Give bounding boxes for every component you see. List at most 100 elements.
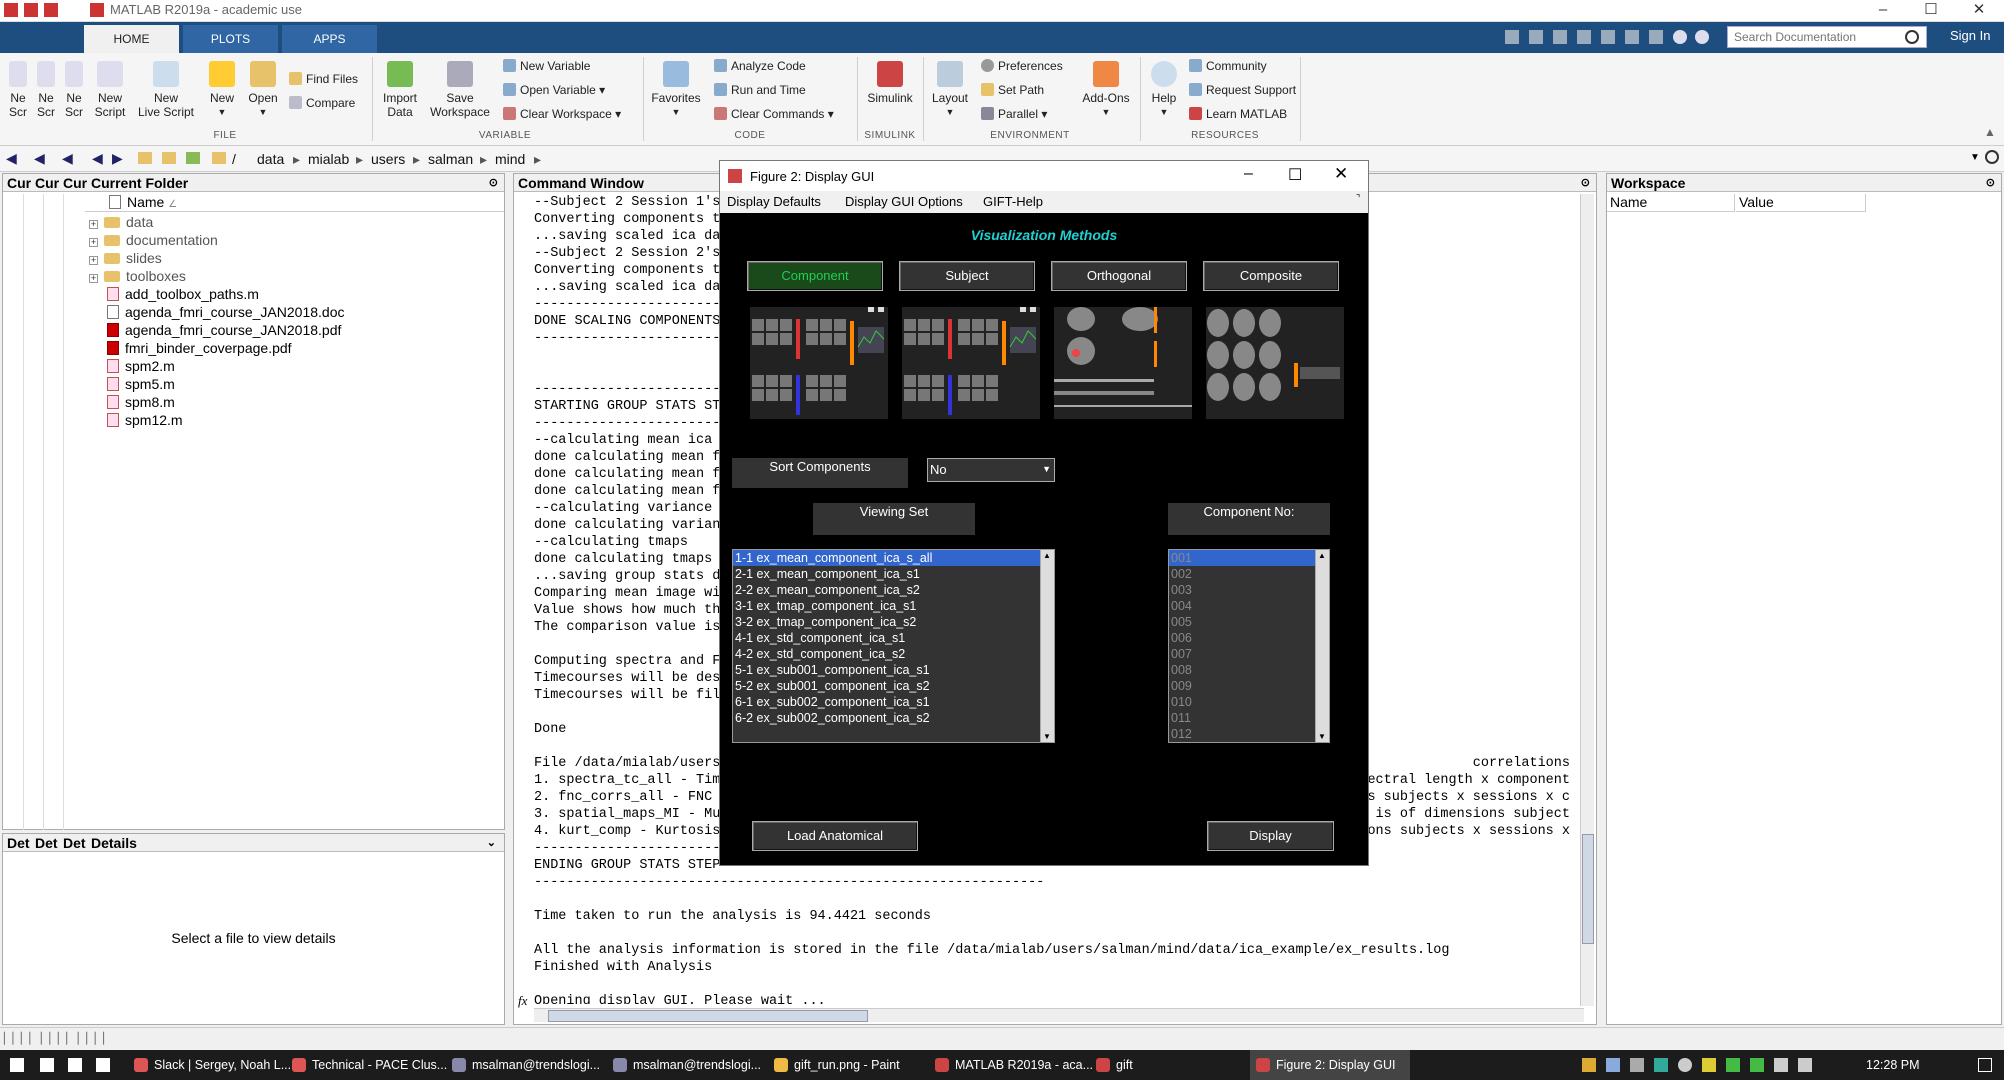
viewing-set-option[interactable]: 5-1 ex_sub001_component_ica_s1 [733,662,1054,678]
component-option[interactable]: 005 [1169,614,1329,630]
function-browser-icon[interactable]: fx [518,993,527,1009]
orthogonal-preview-image[interactable] [1054,307,1192,419]
switch-windows-icon[interactable] [1649,30,1663,44]
search-icon[interactable] [1905,30,1919,44]
network-icon[interactable] [1774,1058,1788,1072]
file-item[interactable]: agenda_fmri_course_JAN2018.pdf [89,321,341,339]
viewing-set-listbox[interactable]: 1-1 ex_mean_component_ica_s_all 2-1 ex_me… [732,549,1055,743]
component-option[interactable]: 008 [1169,662,1329,678]
cloud-icon[interactable] [1678,1058,1692,1072]
run-and-time-button[interactable]: Run and Time [714,83,806,97]
name-column-header[interactable]: Name ∠ [85,194,504,212]
component-option[interactable]: 001 [1169,550,1329,566]
file-item[interactable]: fmri_binder_coverpage.pdf [89,339,292,357]
component-number-listbox[interactable]: 001 002 003 004 005 006 007 008 009 010 011 012 ▲ ▼ [1168,549,1330,743]
breadcrumb-mialab[interactable]: mialab [308,151,349,167]
component-option[interactable]: 007 [1169,646,1329,662]
clock[interactable]: 12:28 PM [1866,1058,1920,1072]
paste-icon[interactable] [1577,30,1591,44]
forward-icon[interactable]: ◀ [34,150,45,167]
help-icon[interactable] [1673,30,1687,44]
back-icon[interactable]: ◀ [62,150,73,167]
chevron-down-icon[interactable]: ▼ [1970,152,1980,163]
tray-icon[interactable] [1630,1058,1644,1072]
search-documentation-input[interactable] [1727,26,1927,48]
taskbar-item-slack[interactable]: Slack | Sergey, Noah L... [128,1050,291,1080]
tab-home[interactable]: HOME [84,25,179,53]
maximize-icon[interactable]: ☐ [1908,0,1954,22]
panel-menu-icon[interactable]: ⊙ [489,174,498,192]
workspace-value-column[interactable]: Value [1736,194,1866,212]
expand-icon[interactable]: + [89,274,98,283]
windows-start-icon[interactable] [96,1058,110,1072]
vertical-scrollbar[interactable]: ▲ ▼ [1040,550,1054,742]
panel-menu-icon[interactable]: ⊙ [1581,174,1590,192]
notifications-icon[interactable] [1695,30,1709,44]
panel-tab[interactable]: Cur [7,174,31,192]
breadcrumb-data[interactable]: data [257,151,284,167]
new-button[interactable]: New ▼ [205,61,239,119]
undo-icon[interactable] [1601,30,1615,44]
save-icon[interactable] [1505,30,1519,44]
up-folder-icon[interactable] [138,152,152,164]
preferences-button[interactable]: Preferences [981,59,1063,73]
viewing-set-option[interactable]: 3-2 ex_tmap_component_ica_s2 [733,614,1054,630]
viewing-set-option[interactable]: 3-1 ex_tmap_component_ica_s1 [733,598,1054,614]
maximize-icon[interactable]: ☐ [1288,165,1302,185]
component-option[interactable]: 004 [1169,598,1329,614]
viewing-set-option[interactable]: 4-1 ex_std_component_ica_s1 [733,630,1054,646]
viewing-set-option[interactable]: 6-2 ex_sub002_component_ica_s2 [733,710,1054,726]
new-script-button[interactable]: New Script [90,61,130,119]
component-option[interactable]: 009 [1169,678,1329,694]
open-button[interactable]: Open ▼ [245,61,281,119]
help-button[interactable]: Help ▼ [1145,61,1183,119]
toolbar-toggle-icon[interactable]: ⌝ [1356,193,1360,204]
taskbar-item-paint[interactable]: gift_run.png - Paint [768,1050,900,1080]
copy-icon[interactable] [1553,30,1567,44]
back-icon[interactable]: ◀ [92,150,103,167]
add-ons-button[interactable]: Add-Ons ▼ [1078,61,1134,119]
parallel-button[interactable]: Parallel ▾ [981,107,1047,121]
panel-tab[interactable]: Cur [35,174,59,192]
minimize-icon[interactable]: – [1860,0,1906,22]
viewing-set-option[interactable]: 6-1 ex_sub002_component_ica_s1 [733,694,1054,710]
component-option[interactable]: 012 [1169,726,1329,742]
taskbar-item-gift[interactable]: gift [1090,1050,1133,1080]
viewing-set-option[interactable]: 2-1 ex_mean_component_ica_s1 [733,566,1054,582]
open-variable-button[interactable]: Open Variable ▾ [503,83,605,97]
menu-display-gui-options[interactable]: Display GUI Options [845,194,963,209]
tab-apps[interactable]: APPS [282,25,377,53]
component-option[interactable]: 002 [1169,566,1329,582]
vertical-scrollbar[interactable]: ▲ ▼ [1315,550,1329,742]
clear-workspace-button[interactable]: Clear Workspace ▾ [503,107,621,121]
close-icon[interactable]: ✕ [1334,164,1348,184]
taskbar-item-figure[interactable]: Figure 2: Display GUI [1250,1050,1410,1080]
windows-start-icon[interactable] [68,1058,82,1072]
search-folder-icon[interactable] [186,152,200,164]
new-script-button-3[interactable]: Ne Scr [62,61,86,119]
component-preview-image[interactable] [750,307,888,419]
component-method-button[interactable]: Component [747,261,883,291]
composite-method-button[interactable]: Composite [1203,261,1339,291]
tray-icon[interactable] [1726,1058,1740,1072]
tray-icon[interactable] [1654,1058,1668,1072]
tab-plots[interactable]: PLOTS [183,25,278,53]
back-icon[interactable]: ◀ [6,150,17,167]
chevron-down-icon[interactable]: ⌄ [487,834,496,852]
panel-tab[interactable]: Det [35,834,58,852]
sign-in-link[interactable]: Sign In [1950,28,1990,43]
expand-icon[interactable]: + [89,256,98,265]
horizontal-scrollbar[interactable] [534,1008,1584,1022]
scroll-thumb[interactable] [1582,834,1594,944]
analyze-code-button[interactable]: Analyze Code [714,59,806,73]
viewing-set-option[interactable]: 4-2 ex_std_component_ica_s2 [733,646,1054,662]
orthogonal-method-button[interactable]: Orthogonal [1051,261,1187,291]
request-support-button[interactable]: Request Support [1189,83,1296,97]
breadcrumb-mind[interactable]: mind [495,151,525,167]
expand-icon[interactable]: + [89,238,98,247]
panel-menu-icon[interactable]: ⊙ [1986,174,1995,192]
import-data-button[interactable]: Import Data [378,61,422,119]
breadcrumb-users[interactable]: users [371,151,405,167]
learn-matlab-button[interactable]: Learn MATLAB [1189,107,1287,121]
panel-tab[interactable]: Det [63,834,86,852]
